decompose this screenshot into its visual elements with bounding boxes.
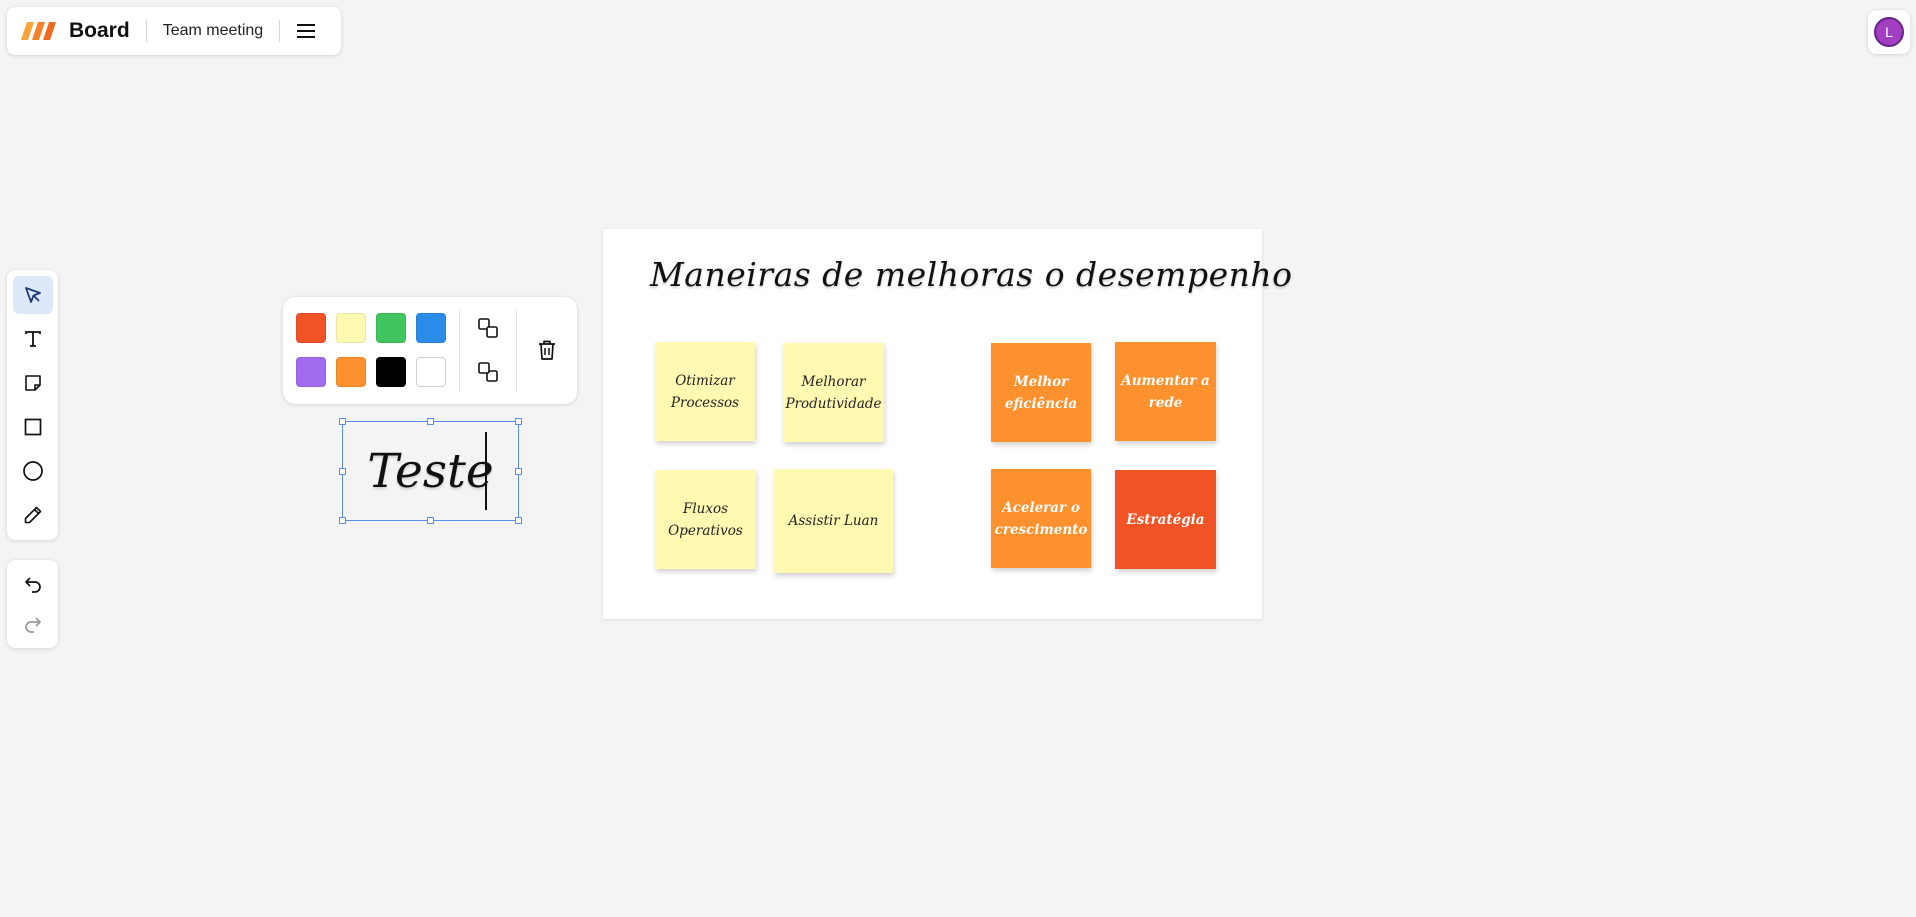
app-name: Board [69,19,130,42]
sticky-note-tool-button[interactable] [13,364,53,402]
trash-icon [539,340,555,360]
bring-forward-button[interactable] [473,313,503,343]
circle-icon [23,461,43,481]
pencil-icon [24,506,42,524]
selected-text-element[interactable]: Teste [339,418,522,524]
sticky-note-text: Otimizar Processos [670,372,740,411]
sticky-note-icon [25,375,41,391]
resize-handle[interactable] [515,418,522,425]
divider [145,20,147,42]
color-swatch-green[interactable] [376,313,406,343]
sticky-note[interactable]: Aumentar a rede [1115,342,1216,441]
resize-handle[interactable] [339,418,346,425]
sticky-note[interactable]: Acelerar o crescimento [991,469,1091,568]
color-swatch-purple[interactable] [296,357,326,387]
board-logo-icon [21,22,56,40]
send-backward-icon [478,362,498,382]
sticky-note[interactable]: Otimizar Processos [655,342,755,441]
resize-handle[interactable] [427,418,434,425]
resize-handle[interactable] [515,517,522,524]
redo-button[interactable] [13,605,53,643]
sticky-note[interactable]: Melhor eficiência [991,343,1091,442]
avatar[interactable]: L [1874,17,1904,47]
sticky-note[interactable]: Fluxos Operativos [655,470,756,569]
resize-handle[interactable] [515,468,522,475]
color-swatch-orange[interactable] [336,357,366,387]
divider [516,309,517,392]
canvas-frame[interactable]: Maneiras de melhoras o desempenho Otimiz… [603,229,1292,619]
color-swatch-blue[interactable] [416,313,446,343]
square-icon [24,418,42,436]
text-icon [25,331,41,347]
sticky-note-text: Assistir Luan [788,513,879,529]
resize-handle[interactable] [427,517,434,524]
color-swatch-yellow[interactable] [336,313,366,343]
top-bar: Board Team meeting [7,7,341,55]
frame-title[interactable]: Maneiras de melhoras o desempenho [650,255,1293,294]
bring-forward-icon [478,318,498,338]
sticky-note[interactable]: Assistir Luan [774,469,893,573]
sticky-note-text: Fluxos Operativos [668,500,743,539]
color-swatch-black[interactable] [376,357,406,387]
resize-handle[interactable] [339,468,346,475]
color-swatch-white[interactable] [416,357,446,387]
text-caret [485,432,487,510]
undo-icon [25,577,41,593]
divider [459,309,460,392]
text-tool-button[interactable] [13,320,53,358]
pen-tool-button[interactable] [13,496,53,534]
sticky-note[interactable]: Melhorar Produtividade [783,343,884,442]
delete-button[interactable] [532,335,562,365]
text-element-content[interactable]: Teste [343,422,518,520]
hamburger-menu-icon[interactable] [294,19,318,43]
sticky-note-text: Melhorar Produtividade [785,373,882,412]
sticky-note-text: Aumentar a rede [1121,372,1210,411]
redo-icon [25,617,41,633]
board-name[interactable]: Team meeting [163,22,264,40]
sticky-note[interactable]: Estratégia [1115,470,1216,569]
history-controls [7,560,58,648]
avatar-panel: L [1868,10,1910,54]
style-popover [283,297,577,404]
tool-palette [7,270,58,540]
color-swatch-red[interactable] [296,313,326,343]
ellipse-tool-button[interactable] [13,452,53,490]
cursor-arrow-icon [25,287,41,303]
undo-button[interactable] [13,565,53,603]
rectangle-tool-button[interactable] [13,408,53,446]
sticky-note-text: Melhor eficiência [1004,373,1078,412]
resize-handle[interactable] [339,517,346,524]
divider [279,20,281,42]
send-backward-button[interactable] [473,357,503,387]
sticky-note-text: Estratégia [1126,511,1205,528]
sticky-note-text: Acelerar o crescimento [994,499,1088,538]
select-tool-button[interactable] [13,276,53,314]
